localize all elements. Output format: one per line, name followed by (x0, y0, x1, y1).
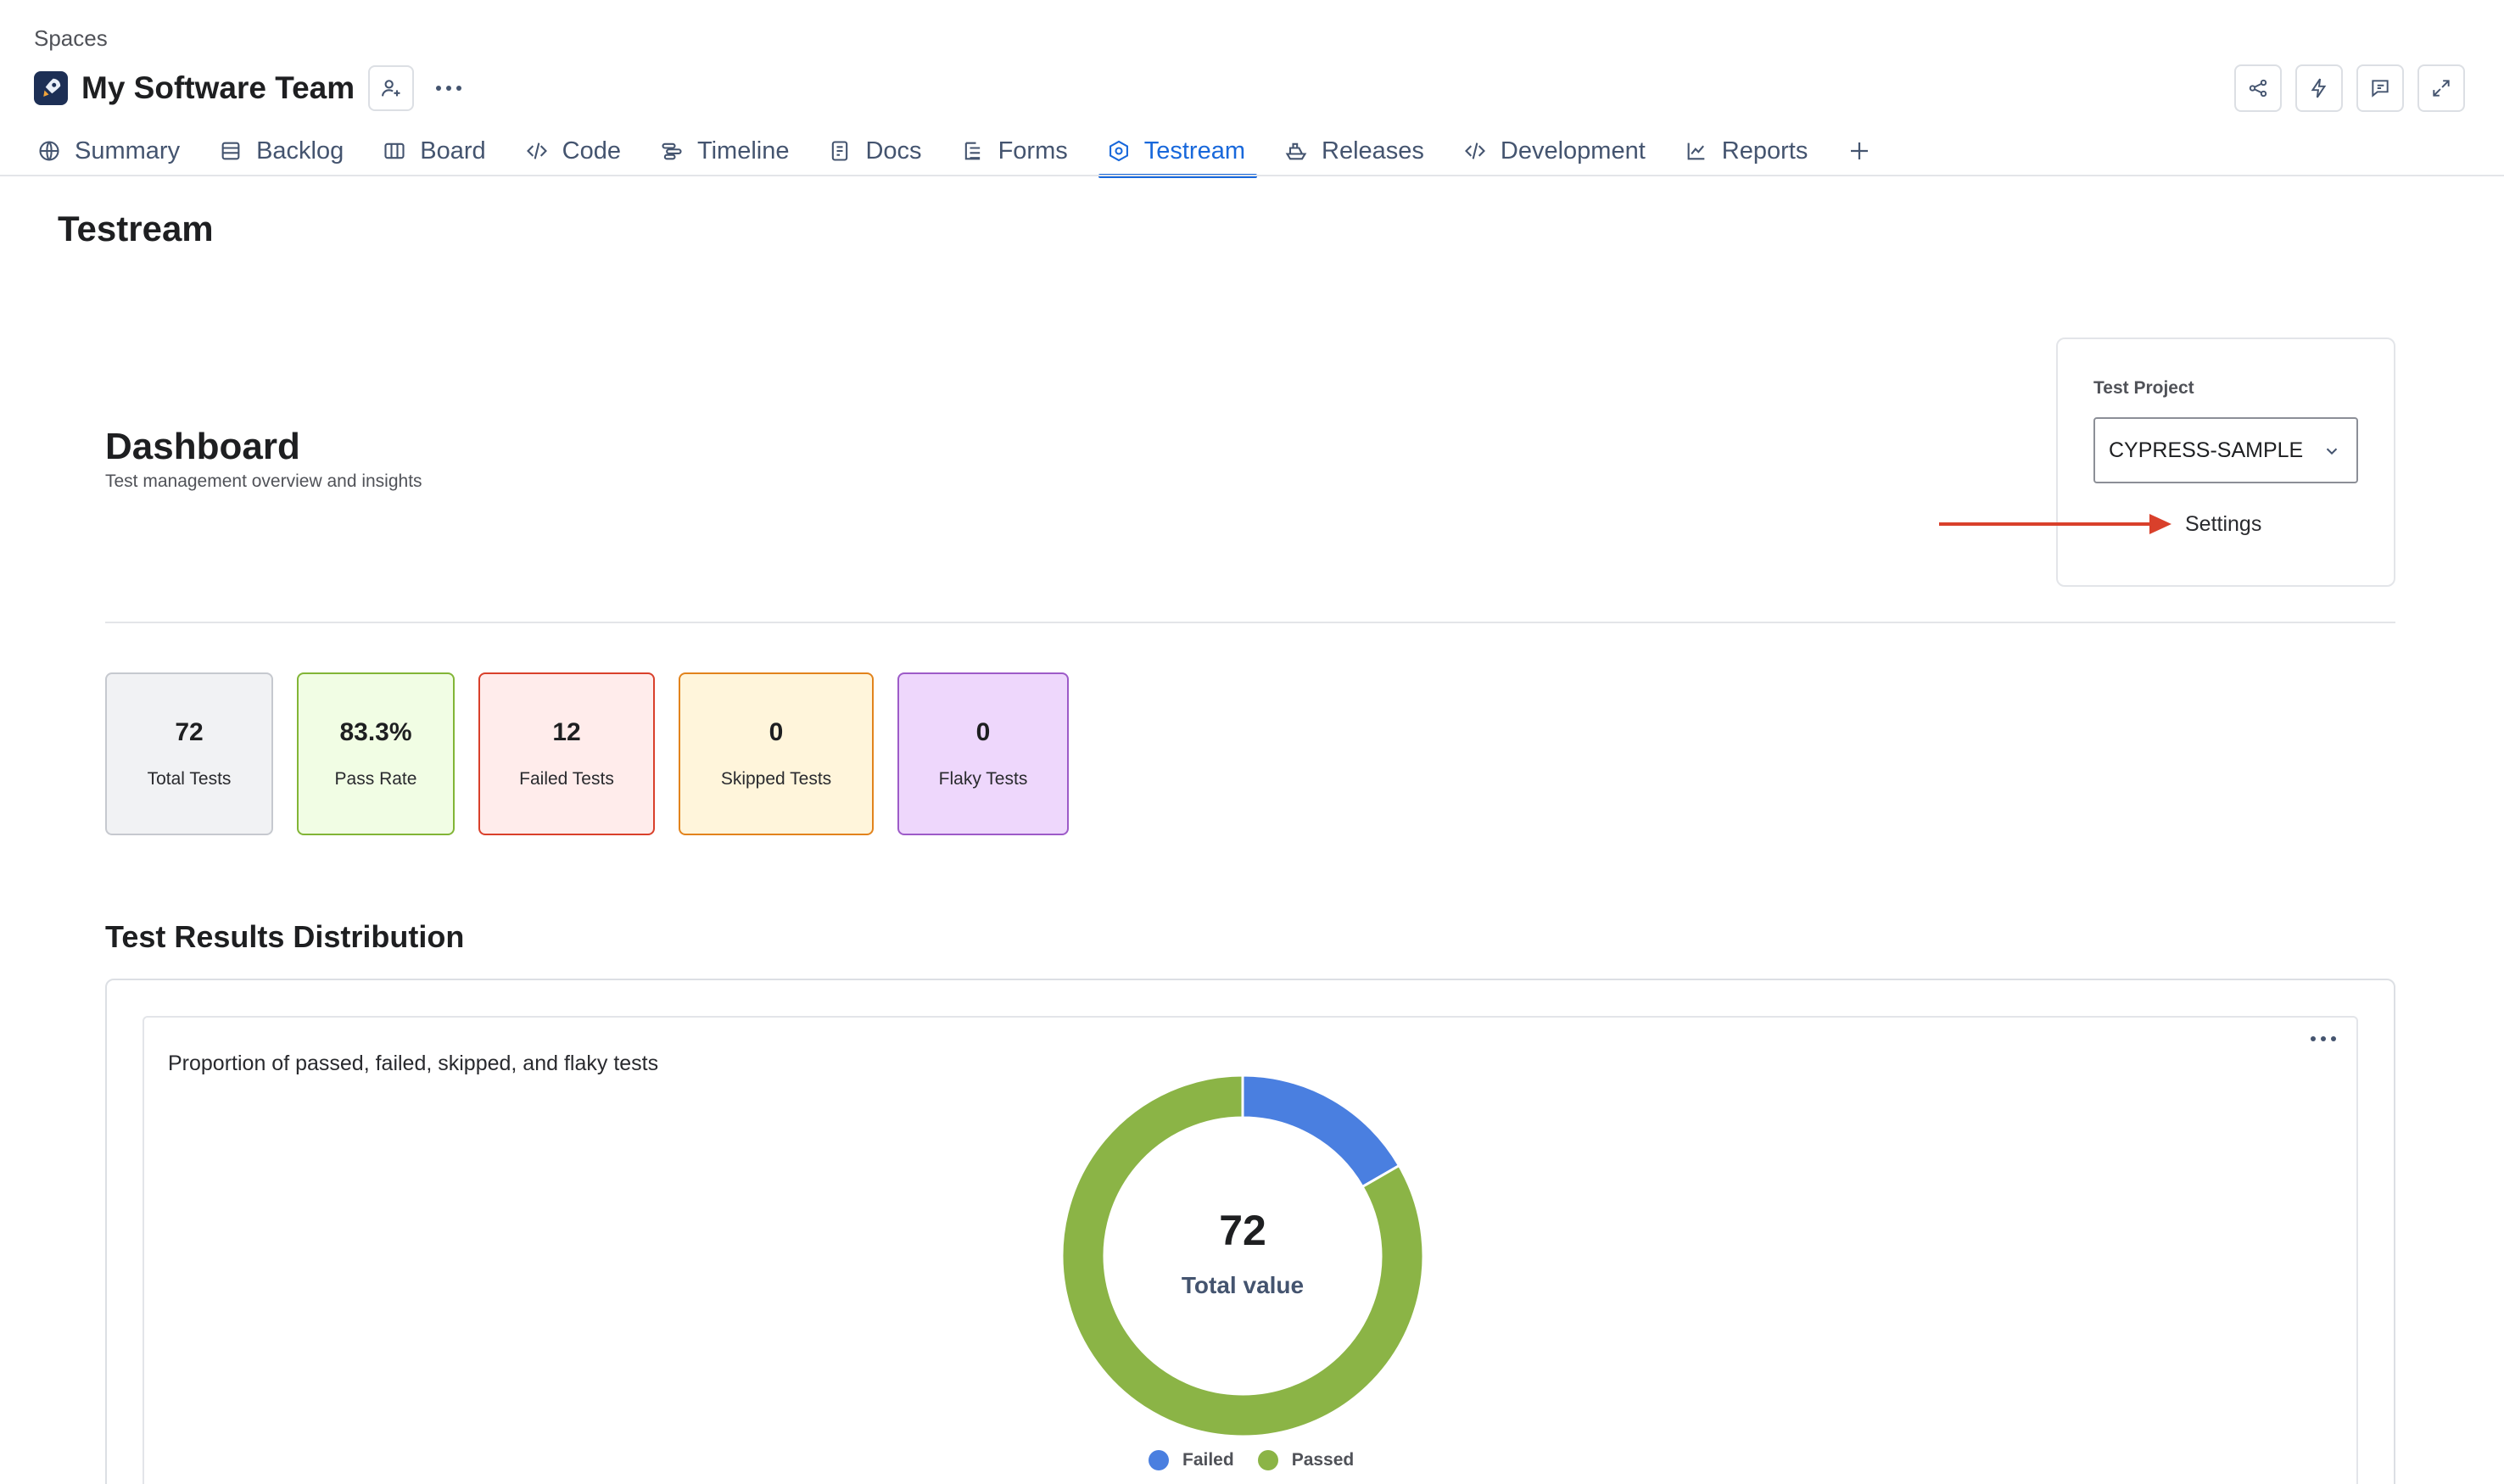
forms-icon (964, 142, 980, 160)
dashboard-title: Dashboard (105, 426, 300, 467)
add-person-icon (382, 80, 400, 97)
docs-icon (832, 141, 848, 161)
expand-icon (2433, 80, 2450, 97)
board-icon (384, 142, 405, 159)
chart-description: Proportion of passed, failed, skipped, a… (168, 1052, 659, 1075)
donut-center-label: Total value (1181, 1272, 1305, 1298)
legend-item-failed[interactable]: Failed (1149, 1450, 1234, 1470)
stat-value: 72 (175, 718, 204, 746)
lightning-icon (2311, 78, 2327, 98)
space-title: My Software Team (81, 70, 355, 105)
ship-icon (1285, 142, 1307, 160)
legend-label: Passed (1291, 1450, 1355, 1470)
tab-label: Reports (1721, 137, 1808, 165)
chart-line-icon (1687, 142, 1705, 160)
page-title: Testream (58, 209, 214, 248)
legend-swatch (1257, 1450, 1278, 1470)
stat-label: Failed Tests (519, 769, 614, 789)
stat-card-pass-rate: 83.3% Pass Rate (297, 672, 455, 835)
legend-label: Failed (1182, 1450, 1234, 1470)
stat-value: 12 (552, 718, 581, 746)
add-people-button[interactable] (368, 65, 415, 111)
code-icon (1464, 142, 1485, 159)
share-icon (2249, 79, 2267, 98)
tab-board[interactable]: Board (383, 127, 486, 175)
tab-forms[interactable]: Forms (961, 127, 1068, 175)
tab-label: Releases (1322, 137, 1424, 165)
stat-label: Pass Rate (334, 769, 417, 789)
tab-code[interactable]: Code (525, 127, 621, 175)
tab-label: Forms (998, 137, 1068, 165)
space-tabs: Summary Backlog Board Code Timeline Docs… (37, 127, 1872, 178)
distribution-chart-card: Proportion of passed, failed, skipped, a… (143, 1016, 2358, 1484)
stat-value: 0 (769, 718, 784, 746)
chart-legend: Failed Passed (1149, 1450, 1378, 1470)
globe-icon (39, 141, 59, 161)
tab-reports[interactable]: Reports (1685, 127, 1808, 175)
stat-card-skipped-tests: 0 Skipped Tests (679, 672, 874, 835)
timeline-icon (662, 142, 682, 160)
tab-label: Board (420, 137, 486, 165)
add-tab-button[interactable] (1847, 127, 1872, 175)
breadcrumb[interactable]: Spaces (34, 25, 108, 52)
stat-label: Flaky Tests (938, 769, 1028, 789)
test-project-value: CYPRESS-SAMPLE (2109, 438, 2304, 462)
legend-item-passed[interactable]: Passed (1257, 1450, 1355, 1470)
more-icon (436, 86, 462, 91)
stat-value: 83.3% (339, 718, 412, 746)
stats-row: 72 Total Tests 83.3% Pass Rate 12 Failed… (105, 672, 1069, 835)
backlog-icon (221, 142, 240, 160)
dashboard-subtitle: Test management overview and insights (105, 471, 422, 491)
tab-label: Development (1500, 137, 1646, 165)
tab-label: Code (562, 137, 621, 165)
tab-label: Backlog (256, 137, 344, 165)
legend-swatch (1149, 1450, 1169, 1470)
donut-chart (1060, 1074, 1425, 1438)
settings-link[interactable]: Settings (2185, 512, 2261, 537)
tab-label: Testream (1143, 137, 1245, 165)
test-project-label: Test Project (2093, 378, 2194, 398)
more-icon (2311, 1036, 2336, 1041)
tab-summary[interactable]: Summary (37, 127, 180, 175)
chevron-down-icon (2326, 448, 2338, 455)
rocket-icon (34, 71, 68, 105)
tab-development[interactable]: Development (1463, 127, 1646, 175)
test-project-select[interactable]: CYPRESS-SAMPLE (2093, 417, 2358, 483)
tab-label: Summary (75, 137, 181, 165)
chart-more-button[interactable] (2306, 1026, 2341, 1052)
feedback-button[interactable] (2356, 64, 2404, 112)
fullscreen-button[interactable] (2417, 64, 2465, 112)
stat-card-total-tests: 72 Total Tests (105, 672, 273, 835)
tab-timeline[interactable]: Timeline (660, 127, 790, 175)
plus-icon (1851, 142, 1869, 159)
stat-value: 0 (975, 718, 991, 746)
space-header: My Software Team (34, 64, 472, 112)
section-divider (105, 622, 2395, 623)
automation-button[interactable] (2295, 64, 2343, 112)
stat-card-failed-tests: 12 Failed Tests (478, 672, 655, 835)
top-actions (2234, 64, 2465, 112)
tab-testream[interactable]: Testream (1098, 127, 1258, 178)
annotation-arrow-head (2149, 514, 2171, 534)
code-icon (526, 142, 547, 159)
tab-label: Docs (865, 137, 922, 165)
stat-card-flaky-tests: 0 Flaky Tests (897, 672, 1069, 835)
tabs-divider (0, 175, 2504, 176)
tab-docs[interactable]: Docs (828, 127, 922, 175)
test-project-card: Test Project CYPRESS-SAMPLE Settings (2056, 338, 2395, 587)
tab-releases[interactable]: Releases (1284, 127, 1424, 175)
tab-label: Timeline (696, 137, 790, 165)
testream-icon (1109, 140, 1128, 162)
distribution-title: Test Results Distribution (105, 919, 465, 954)
comment-icon (2372, 80, 2389, 98)
donut-slice-failed[interactable] (1241, 1074, 1401, 1189)
tab-backlog[interactable]: Backlog (219, 127, 344, 175)
stat-label: Total Tests (147, 769, 232, 789)
more-actions-button[interactable] (426, 65, 472, 111)
share-button[interactable] (2234, 64, 2282, 112)
donut-center-value: 72 (1219, 1207, 1266, 1254)
stat-label: Skipped Tests (720, 769, 832, 789)
annotation-arrow (1939, 522, 2151, 526)
